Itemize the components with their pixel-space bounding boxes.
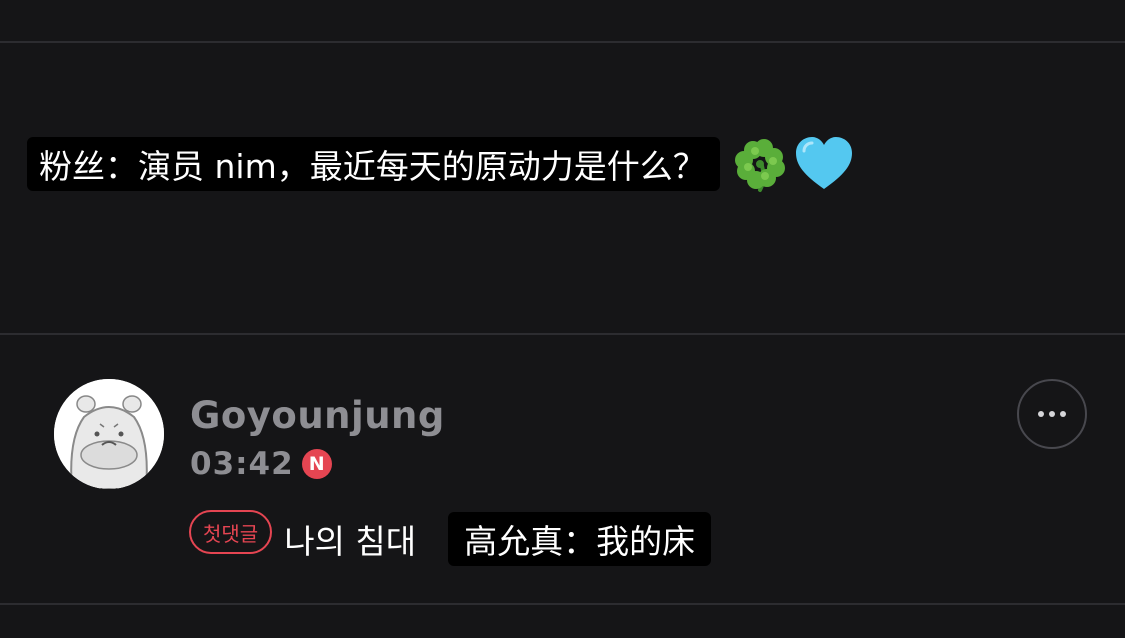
top-divider <box>0 41 1125 43</box>
time-row: 03:42 N <box>190 444 332 484</box>
new-badge: N <box>301 449 332 479</box>
comment-row: 첫댓글 나의 침대 高允真：我的床 <box>189 510 712 567</box>
more-dot-icon <box>1049 411 1055 417</box>
first-comment-badge: 첫댓글 <box>189 510 273 554</box>
more-dot-icon <box>1060 411 1066 417</box>
timestamp: 03:42 <box>190 446 294 482</box>
post-caption: 粉丝：演员 nim，最近每天的原动力是什么？ <box>27 137 720 191</box>
light-blue-heart-icon <box>794 135 854 193</box>
comment-caption: 高允真：我的床 <box>448 512 712 566</box>
bottom-divider <box>0 603 1125 605</box>
emoji-row <box>732 135 854 193</box>
more-dot-icon <box>1038 411 1044 417</box>
four-leaf-clover-icon <box>732 135 790 193</box>
hamster-avatar-icon <box>54 379 164 489</box>
more-options-button[interactable] <box>1017 379 1087 449</box>
section-divider <box>0 333 1125 335</box>
post-text-row: 粉丝：演员 nim，最近每天的原动力是什么？ <box>27 135 854 193</box>
username[interactable]: Goyounjung <box>190 394 445 437</box>
avatar[interactable] <box>54 379 164 489</box>
comment-text: 나의 침대 <box>284 522 417 561</box>
